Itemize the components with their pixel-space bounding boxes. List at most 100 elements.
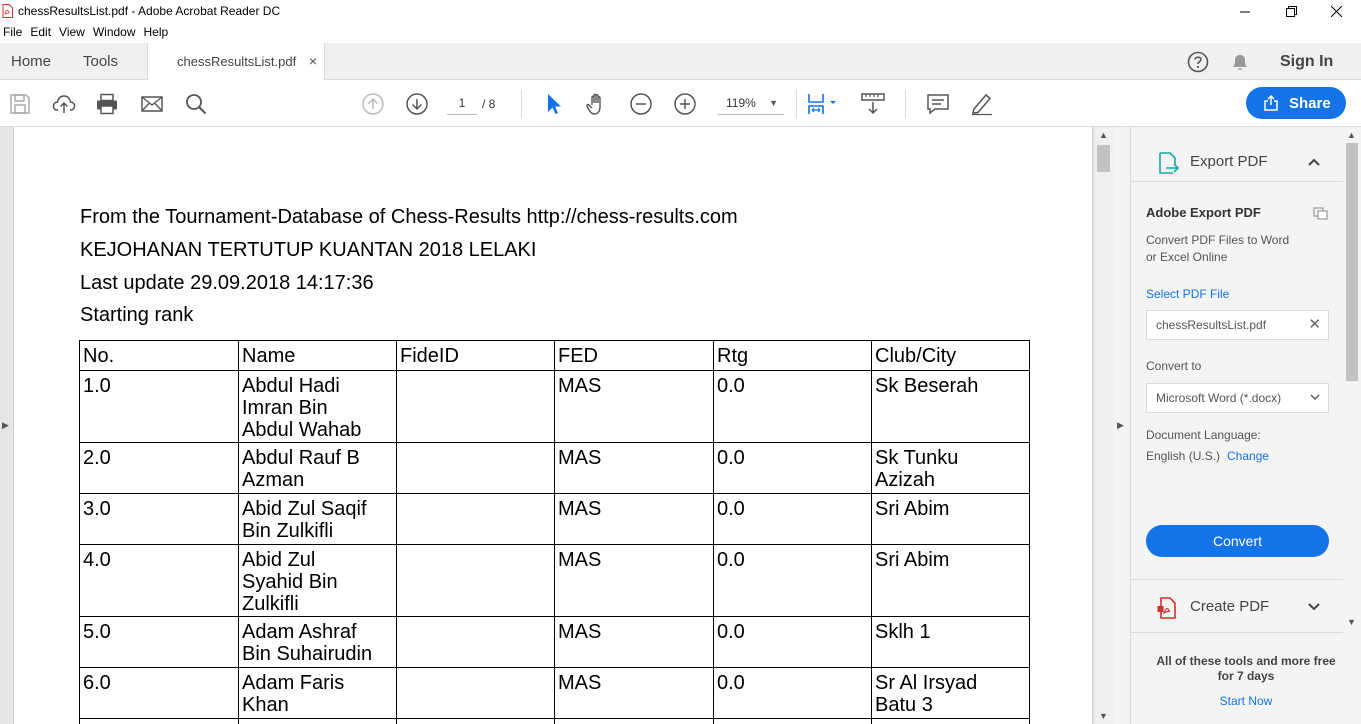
sign-in-link[interactable]: Sign In (1280, 43, 1333, 80)
cell-fed: MAS (554, 544, 714, 617)
cell-name: Abid Zul Saqif Bin Zulkifli (238, 493, 397, 545)
close-window-button[interactable] (1313, 0, 1359, 23)
search-icon[interactable] (184, 92, 208, 116)
zoom-out-icon[interactable] (629, 92, 653, 116)
document-scrollbar[interactable]: ▲ ▼ (1095, 127, 1113, 724)
pane-scrollbar[interactable]: ▲ ▼ (1343, 127, 1361, 724)
doc-section-title: Starting rank (80, 304, 194, 326)
save-icon[interactable] (8, 92, 32, 116)
upload-icon[interactable] (52, 92, 76, 116)
create-pdf-icon (1157, 597, 1176, 619)
tab-document[interactable]: chessResultsList.pdf × (147, 43, 325, 80)
tab-tools[interactable]: Tools (83, 43, 118, 80)
doc-language-label: Document Language: (1146, 428, 1261, 442)
cell-fed: MAS (554, 493, 714, 545)
multi-file-icon[interactable] (1313, 207, 1329, 221)
maximize-icon (1285, 6, 1297, 17)
pane-scroll-thumb[interactable] (1346, 143, 1358, 381)
cell-club: Sri Abim (871, 544, 1030, 617)
help-icon[interactable] (1187, 51, 1209, 73)
pane-scroll-up[interactable]: ▲ (1347, 130, 1356, 140)
cell-fed: MAS (554, 370, 714, 443)
menu-bar: File Edit View Window Help (0, 23, 1361, 43)
cell-fideid (396, 667, 555, 719)
select-cursor-icon[interactable] (541, 92, 565, 116)
scroll-mode-icon[interactable] (861, 92, 885, 116)
table-header-row: No. Name FideID FED Rtg Club/City (79, 340, 1030, 371)
page-number-input[interactable]: 1 (447, 93, 477, 115)
hand-tool-icon[interactable] (585, 92, 609, 116)
toolbar-divider (521, 90, 522, 118)
menu-view[interactable]: View (56, 23, 89, 43)
minimize-button[interactable] (1222, 0, 1268, 23)
pane-collapse-strip[interactable]: ▶ (1113, 127, 1131, 724)
clear-file-icon[interactable]: ✕ (1308, 311, 1321, 339)
menu-edit[interactable]: Edit (27, 23, 55, 43)
table-row (79, 718, 1030, 724)
trial-promo: All of these tools and more free for 7 d… (1131, 632, 1343, 724)
cell-name-line: Adam Ashraf (242, 621, 357, 643)
table-row: 4.0 Abid Zul Syahid Bin Zulkifli MAS 0.0 Sri A… (79, 544, 1030, 617)
column-header: Name (238, 340, 397, 371)
column-header: Club/City (871, 340, 1030, 371)
cell-club-line: Sklh 1 (875, 621, 931, 643)
tab-home[interactable]: Home (11, 43, 51, 80)
fit-page-icon[interactable] (806, 92, 840, 116)
change-language-link[interactable]: Change (1227, 449, 1269, 463)
cell-fideid (396, 493, 555, 545)
print-icon[interactable] (95, 92, 119, 116)
zoom-value: 119% (726, 96, 756, 110)
scroll-up-arrow[interactable]: ▲ (1099, 130, 1108, 140)
zoom-select[interactable]: 119% ▼ (718, 93, 784, 115)
highlight-icon[interactable] (970, 92, 994, 116)
convert-to-select[interactable]: Microsoft Word (*.docx) (1146, 383, 1329, 413)
menu-window[interactable]: Window (90, 23, 140, 43)
cell-rtg: 0.0 (713, 442, 872, 494)
email-icon[interactable] (140, 92, 164, 116)
doc-event-title: KEJOHANAN TERTUTUP KUANTAN 2018 LELAKI (80, 239, 537, 261)
cell-no: 3.0 (79, 493, 239, 545)
convert-to-value: Microsoft Word (*.docx) (1156, 391, 1282, 405)
cell-name (238, 718, 397, 724)
cell-club-line: Sk Tunku (875, 447, 959, 469)
cell-club: Sk Tunku Azizah (871, 442, 1030, 494)
minimize-icon (1240, 11, 1250, 12)
comment-icon[interactable] (926, 92, 950, 116)
maximize-button[interactable] (1268, 0, 1314, 23)
page-total: / 8 (482, 97, 496, 111)
collapse-pane-arrow[interactable]: ▶ (1117, 420, 1124, 431)
cell-name-line: Azman (242, 469, 305, 491)
close-tab-button[interactable]: × (309, 43, 317, 80)
scroll-thumb[interactable] (1097, 145, 1110, 172)
cell-name-line: Abid Zul Saqif (242, 498, 367, 520)
next-page-icon[interactable] (405, 92, 429, 116)
create-pdf-header[interactable]: Create PDF (1131, 579, 1343, 633)
selected-file-field[interactable]: chessResultsList.pdf ✕ (1146, 310, 1329, 340)
cell-rtg: 0.0 (713, 544, 872, 617)
scroll-down-arrow[interactable]: ▼ (1099, 711, 1108, 721)
promo-text: All of these tools and more free for 7 d… (1156, 654, 1336, 683)
chevron-down-icon: ▼ (769, 98, 778, 108)
column-header: FED (554, 340, 714, 371)
cell-fideid (396, 442, 555, 494)
cell-club: Sr Al Irsyad Batu 3 (871, 667, 1030, 719)
cell-name: Abdul Hadi Imran Bin Abdul Wahab (238, 370, 397, 443)
cell-no: 4.0 (79, 544, 239, 617)
cell-club: Sri Abim (871, 493, 1030, 545)
share-button[interactable]: Share (1246, 87, 1346, 119)
document-viewport[interactable]: ▶ From the Tournament-Database of Chess-… (0, 127, 1113, 724)
convert-button[interactable]: Convert (1146, 525, 1329, 557)
cell-club-line: Azizah (875, 469, 936, 491)
start-now-link[interactable]: Start Now (1151, 694, 1341, 708)
cell-no: 1.0 (79, 370, 239, 443)
left-pane-toggle[interactable]: ▶ (2, 420, 9, 431)
zoom-in-icon[interactable] (673, 92, 697, 116)
pane-scroll-down[interactable]: ▼ (1347, 617, 1356, 627)
bell-icon[interactable] (1229, 51, 1251, 73)
prev-page-icon[interactable] (361, 92, 385, 116)
menu-help[interactable]: Help (141, 23, 173, 43)
menu-file[interactable]: File (0, 23, 26, 43)
cell-name-line: Zulkifli (242, 593, 299, 615)
select-file-link[interactable]: Select PDF File (1146, 287, 1229, 301)
create-pdf-label: Create PDF (1190, 598, 1270, 615)
